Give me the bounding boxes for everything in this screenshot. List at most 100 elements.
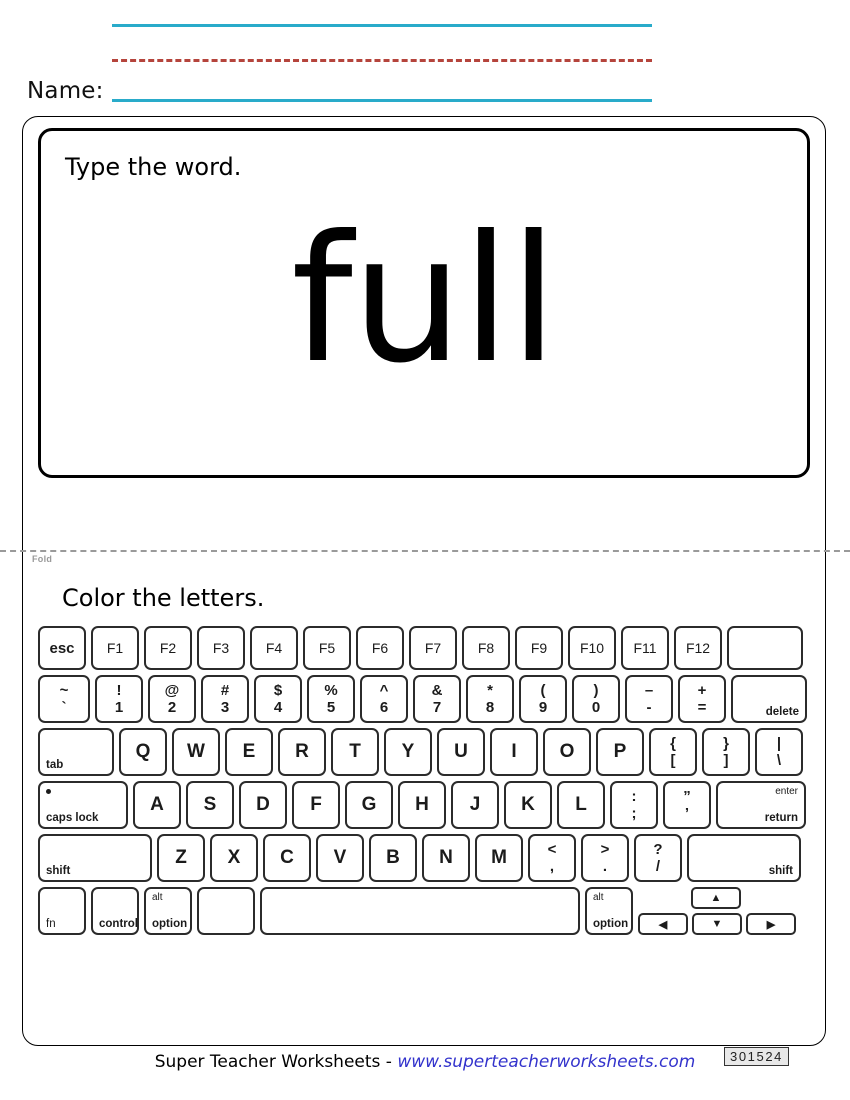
key-bracket-left[interactable]: {[ [649,728,697,776]
arrow-right-key[interactable]: ▶ [746,913,796,935]
key-f4[interactable]: F4 [250,626,298,670]
key-label-shifted: – [644,681,654,699]
key-label-stack: #3 [203,677,247,721]
key-label-stack: ! 1 [97,677,141,721]
key-space[interactable] [260,887,580,935]
key-2[interactable]: @2 [148,675,196,723]
key-equals[interactable]: + = [678,675,726,723]
key-v[interactable]: V [316,834,364,882]
key-d[interactable]: D [239,781,287,829]
keyboard-diagram: esc F1 F2 F3 F4 F5 F6 F7 F8 F9 F10 F11 F12 ~ `! 1 @2 #3 $4… [38,626,812,940]
key-q[interactable]: Q [119,728,167,776]
key-eject[interactable] [727,626,803,670]
key-3[interactable]: #3 [201,675,249,723]
key-option-right[interactable]: alt option [585,887,633,935]
key-u[interactable]: U [437,728,485,776]
key-tab[interactable]: tab [38,728,114,776]
key-label-base: 0 [591,698,601,716]
key-return[interactable]: enter return [716,781,806,829]
key-f3[interactable]: F3 [197,626,245,670]
key-x[interactable]: X [210,834,258,882]
arrow-down-key[interactable]: ▼ [692,913,742,935]
key-label: C [280,847,294,868]
key-label: P [613,741,627,762]
key-option-left[interactable]: alt option [144,887,192,935]
name-write-line[interactable] [112,99,652,102]
key-s[interactable]: S [186,781,234,829]
key-f12[interactable]: F12 [674,626,722,670]
key-g[interactable]: G [345,781,393,829]
key-label-base: 2 [167,698,177,716]
key-period[interactable]: >. [581,834,629,882]
bottom-instruction: Color the letters. [62,584,265,612]
key-backslash[interactable]: | \ [755,728,803,776]
key-label-shifted: & [431,681,443,699]
key-f9[interactable]: F9 [515,626,563,670]
key-6[interactable]: ^ 6 [360,675,408,723]
key-1[interactable]: ! 1 [95,675,143,723]
key-c[interactable]: C [263,834,311,882]
key-f11[interactable]: F11 [621,626,669,670]
key-j[interactable]: J [451,781,499,829]
key-label: J [469,794,481,815]
key-bracket-right[interactable]: }] [702,728,750,776]
key-label-stack: & 7 [415,677,459,721]
key-8[interactable]: * 8 [466,675,514,723]
arrow-left-key[interactable]: ◀ [638,913,688,935]
key-f5[interactable]: F5 [303,626,351,670]
key-y[interactable]: Y [384,728,432,776]
key-o[interactable]: O [543,728,591,776]
key-5[interactable]: % 5 [307,675,355,723]
key-0[interactable]: ) 0 [572,675,620,723]
key-n[interactable]: N [422,834,470,882]
key-k[interactable]: K [504,781,552,829]
key-f2[interactable]: F2 [144,626,192,670]
key-a[interactable]: A [133,781,181,829]
key-label-shifted: } [723,734,729,752]
key-shift-left[interactable]: shift [38,834,152,882]
key-t[interactable]: T [331,728,379,776]
key-command-left[interactable] [197,887,255,935]
key-delete[interactable]: delete [731,675,807,723]
key-label: T [349,741,361,762]
arrow-up-key[interactable]: ▲ [691,887,741,909]
key-label-shifted: : [631,787,637,805]
key-fn[interactable]: fn [38,887,86,935]
key-z[interactable]: Z [157,834,205,882]
key-f[interactable]: F [292,781,340,829]
key-caps-lock[interactable]: caps lock [38,781,128,829]
key-label-stack: }] [704,730,748,774]
key-r[interactable]: R [278,728,326,776]
key-f6[interactable]: F6 [356,626,404,670]
key-w[interactable]: W [172,728,220,776]
key-i[interactable]: I [490,728,538,776]
key-shift-right[interactable]: shift [687,834,801,882]
key-esc[interactable]: esc [38,626,86,670]
key-f7[interactable]: F7 [409,626,457,670]
key-b[interactable]: B [369,834,417,882]
key-label-base: / [655,857,661,875]
key-tilde[interactable]: ~ ` [38,675,90,723]
key-f8[interactable]: F8 [462,626,510,670]
key-l[interactable]: L [557,781,605,829]
key-e[interactable]: E [225,728,273,776]
key-9[interactable]: (9 [519,675,567,723]
key-control[interactable]: control [91,887,139,935]
key-7[interactable]: & 7 [413,675,461,723]
key-f10[interactable]: F10 [568,626,616,670]
footer: Super Teacher Worksheets - www.superteac… [0,1052,850,1072]
key-minus[interactable]: – - [625,675,673,723]
key-comma[interactable]: <, [528,834,576,882]
key-m[interactable]: M [475,834,523,882]
worksheet-header: Name: [0,0,850,112]
key-quote[interactable]: ”’ [663,781,711,829]
caps-lock-indicator-icon [46,789,51,794]
key-4[interactable]: $4 [254,675,302,723]
key-h[interactable]: H [398,781,446,829]
footer-url[interactable]: www.superteacherworksheets.com [397,1052,695,1072]
key-semicolon[interactable]: :; [610,781,658,829]
key-f1[interactable]: F1 [91,626,139,670]
key-label-shifted: ~ [59,681,69,699]
key-p[interactable]: P [596,728,644,776]
key-slash[interactable]: ? / [634,834,682,882]
